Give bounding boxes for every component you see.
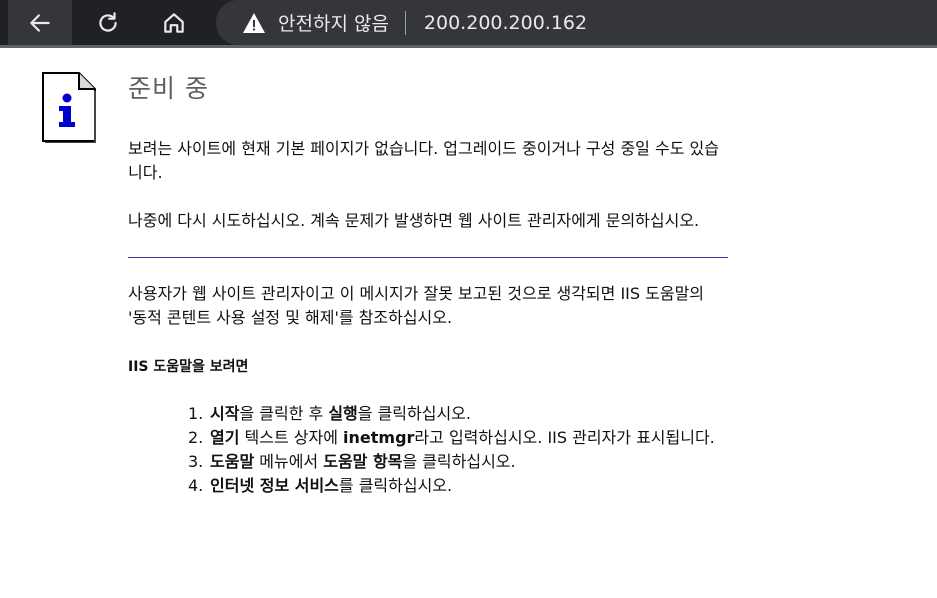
step-text: 을 클릭하십시오. bbox=[357, 404, 471, 423]
warning-triangle-icon[interactable] bbox=[242, 11, 266, 35]
page-content: 준비 중 보려는 사이트에 현재 기본 페이지가 없습니다. 업그레이드 중이거… bbox=[0, 51, 937, 598]
help-steps-list: 1. 시작을 클릭한 후 실행을 클릭하십시오. 2. 열기 텍스트 상자에 ine… bbox=[188, 402, 728, 498]
list-item: 3. 도움말 메뉴에서 도움말 항목을 클릭하십시오. bbox=[188, 450, 728, 474]
url-text[interactable]: 200.200.200.162 bbox=[424, 12, 587, 34]
step-bold: 도움말 bbox=[210, 452, 255, 471]
step-text: 텍스트 상자에 bbox=[239, 428, 344, 447]
step-text: 라고 입력하십시오. IIS 관리자가 표시됩니다. bbox=[414, 428, 715, 447]
step-bold: 시작 bbox=[210, 404, 240, 423]
browser-toolbar: 안전하지 않음 200.200.200.162 bbox=[0, 0, 937, 48]
step-bold: 실행 bbox=[328, 404, 358, 423]
step-number: 3. bbox=[188, 452, 204, 471]
step-text: 을 클릭한 후 bbox=[239, 404, 329, 423]
help-subheading: IIS 도움말을 보려면 bbox=[128, 359, 249, 375]
back-button[interactable] bbox=[8, 0, 72, 45]
info-icon bbox=[42, 72, 96, 143]
security-status-label[interactable]: 안전하지 않음 bbox=[278, 9, 389, 36]
paragraph-try-later: 나중에 다시 시도하십시오. 계속 문제가 발생하면 웹 사이트 관리자에게 문… bbox=[128, 211, 700, 230]
step-text: 를 클릭하십시오. bbox=[338, 476, 453, 495]
list-item: 1. 시작을 클릭한 후 실행을 클릭하십시오. bbox=[188, 402, 728, 426]
list-item: 2. 열기 텍스트 상자에 inetmgr라고 입력하십시오. IIS 관리자가 … bbox=[188, 426, 728, 450]
omnibox-separator bbox=[404, 10, 406, 35]
home-button[interactable] bbox=[142, 0, 206, 45]
step-text: 을 클릭하십시오. bbox=[402, 452, 516, 471]
step-number: 2. bbox=[188, 428, 204, 447]
home-icon bbox=[164, 12, 184, 33]
step-number: 4. bbox=[188, 476, 204, 495]
list-item: 4. 인터넷 정보 서비스를 클릭하십시오. bbox=[188, 474, 728, 498]
page-title: 준비 중 bbox=[128, 74, 209, 103]
address-bar[interactable]: 안전하지 않음 200.200.200.162 bbox=[216, 0, 937, 45]
paragraph-admin-note: 사용자가 웹 사이트 관리자이고 이 메시지가 잘못 보고된 것으로 생각되면 … bbox=[128, 284, 705, 327]
back-arrow-icon bbox=[30, 13, 50, 32]
step-text: 메뉴에서 bbox=[254, 452, 324, 471]
reload-icon bbox=[99, 11, 117, 32]
step-bold: 인터넷 정보 서비스 bbox=[210, 476, 339, 495]
step-bold: 열기 bbox=[210, 428, 240, 447]
paragraph-no-default-page: 보려는 사이트에 현재 기본 페이지가 없습니다. 업그레이드 중이거나 구성 … bbox=[128, 139, 719, 182]
reload-button[interactable] bbox=[76, 0, 140, 45]
step-number: 1. bbox=[188, 404, 204, 423]
step-bold: 도움말 항목 bbox=[323, 452, 403, 471]
message-body: 준비 중 보려는 사이트에 현재 기본 페이지가 없습니다. 업그레이드 중이거… bbox=[128, 69, 728, 498]
divider bbox=[128, 257, 728, 258]
step-bold: inetmgr bbox=[343, 428, 415, 447]
